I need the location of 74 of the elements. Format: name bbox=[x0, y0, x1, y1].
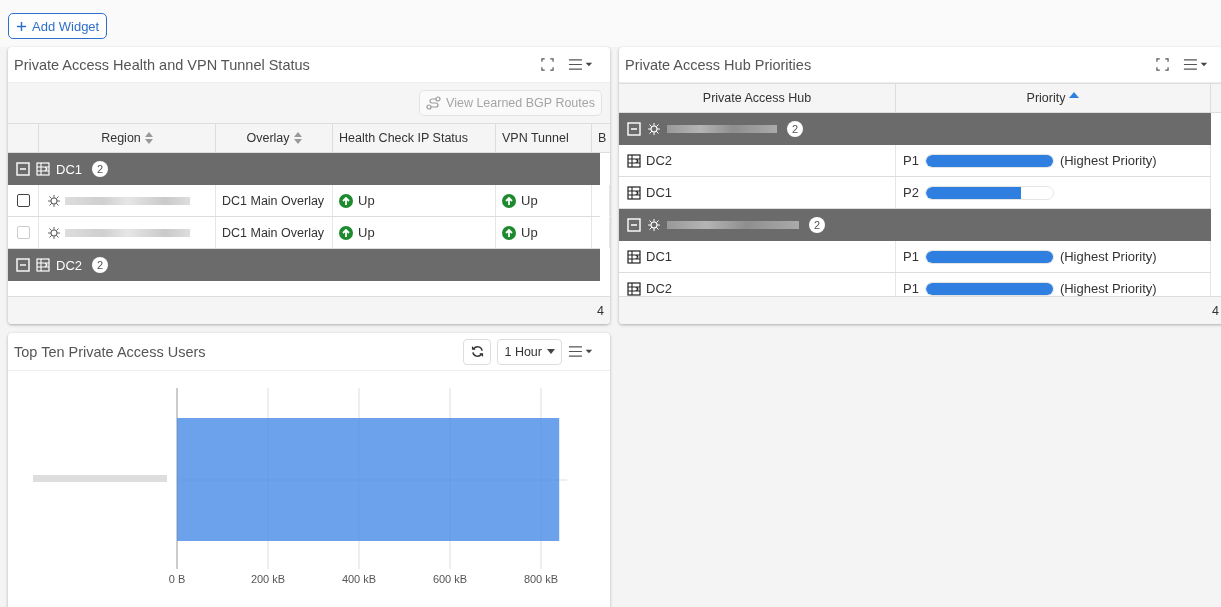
row-count: 4 bbox=[597, 303, 604, 318]
priority-label: P1 bbox=[903, 249, 919, 264]
table-cell: DC1 Main Overlay bbox=[222, 225, 325, 240]
table-cell: DC1 bbox=[646, 185, 672, 200]
hub-icon bbox=[647, 122, 661, 136]
axis-tick-label: 800 kB bbox=[523, 573, 559, 585]
table-cell: DC2 bbox=[646, 281, 672, 296]
column-header[interactable]: Private Access Hub bbox=[619, 84, 896, 112]
column-header[interactable]: B bbox=[592, 124, 610, 152]
priority-note: (Highest Priority) bbox=[1059, 281, 1157, 296]
priority-note: (Highest Priority) bbox=[1059, 153, 1157, 168]
collapse-icon[interactable] bbox=[16, 258, 30, 272]
datacenter-icon bbox=[36, 258, 50, 272]
row-count: 4 bbox=[1212, 303, 1219, 318]
datacenter-icon bbox=[36, 162, 50, 176]
count-badge: 2 bbox=[787, 121, 803, 137]
status-cell: Up bbox=[502, 225, 538, 240]
table-cell: DC2 bbox=[646, 153, 672, 168]
column-header[interactable]: Health Check IP Status bbox=[333, 124, 496, 152]
hub-icon bbox=[647, 218, 661, 232]
priority-label: P1 bbox=[903, 153, 919, 168]
row-checkbox[interactable] bbox=[16, 194, 30, 207]
column-header[interactable]: Overlay bbox=[216, 124, 333, 152]
refresh-button[interactable] bbox=[463, 338, 492, 365]
menu-icon[interactable] bbox=[568, 58, 594, 71]
up-arrow-icon bbox=[502, 193, 516, 208]
column-header[interactable]: VPN Tunnel bbox=[496, 124, 592, 152]
refresh-icon bbox=[470, 345, 484, 358]
datacenter-icon bbox=[627, 281, 641, 296]
fullscreen-icon[interactable] bbox=[1156, 58, 1169, 71]
collapse-icon[interactable] bbox=[627, 122, 641, 136]
group-name: DC1 bbox=[56, 161, 82, 177]
count-badge: 2 bbox=[809, 217, 825, 233]
widget-title: Private Access Hub Priorities bbox=[625, 56, 812, 73]
priority-label: P1 bbox=[903, 281, 919, 296]
sort-ascending-icon bbox=[1069, 92, 1080, 98]
group-name: DC2 bbox=[56, 257, 82, 273]
sort-icon bbox=[144, 132, 153, 144]
datacenter-icon bbox=[627, 185, 641, 200]
caret-icon bbox=[547, 349, 555, 354]
fullscreen-icon[interactable] bbox=[541, 58, 554, 71]
axis-tick-label: 200 kB bbox=[250, 573, 286, 585]
hub-icon bbox=[47, 225, 61, 240]
up-arrow-icon bbox=[339, 193, 353, 208]
status-cell: Up bbox=[339, 193, 375, 208]
plus-icon bbox=[16, 20, 27, 32]
up-arrow-icon bbox=[502, 225, 516, 240]
widget-title: Private Access Health and VPN Tunnel Status bbox=[14, 56, 310, 73]
column-header[interactable]: Priority bbox=[896, 84, 1211, 112]
axis-tick-label: 0 B bbox=[168, 573, 186, 585]
datacenter-icon bbox=[627, 249, 641, 264]
menu-icon[interactable] bbox=[1183, 58, 1209, 71]
sort-icon bbox=[293, 132, 302, 144]
count-badge: 2 bbox=[92, 161, 108, 177]
add-widget-button[interactable]: Add Widget bbox=[8, 13, 108, 39]
status-cell: Up bbox=[502, 193, 538, 208]
hub-icon bbox=[47, 193, 61, 208]
status-cell: Up bbox=[339, 225, 375, 240]
priority-label: P2 bbox=[903, 185, 919, 200]
datacenter-icon bbox=[627, 153, 641, 168]
menu-icon[interactable] bbox=[568, 345, 594, 358]
table-cell: DC1 bbox=[646, 249, 672, 264]
collapse-icon[interactable] bbox=[627, 218, 641, 232]
widget-title: Top Ten Private Access Users bbox=[14, 343, 206, 360]
route-icon bbox=[426, 96, 443, 110]
count-badge: 2 bbox=[92, 257, 108, 273]
collapse-icon[interactable] bbox=[16, 162, 30, 176]
priority-note: (Highest Priority) bbox=[1059, 249, 1157, 264]
time-range-dropdown[interactable]: 1 Hour bbox=[497, 338, 562, 365]
up-arrow-icon bbox=[339, 225, 353, 240]
axis-tick-label: 400 kB bbox=[341, 573, 377, 585]
column-header[interactable]: Region bbox=[39, 124, 216, 152]
axis-tick-label: 600 kB bbox=[432, 573, 468, 585]
table-cell: DC1 Main Overlay bbox=[222, 193, 325, 208]
